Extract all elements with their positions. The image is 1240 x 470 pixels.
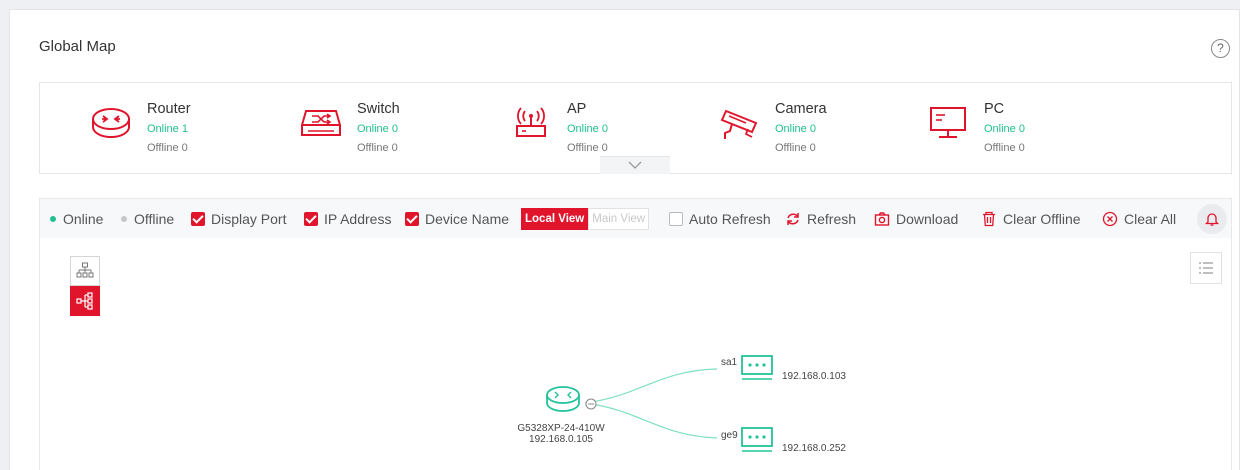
device-offline-count: Offline 0 xyxy=(775,142,816,154)
link-line-ge9 xyxy=(584,402,718,439)
child-node-sa1[interactable]: sa1 192.168.0.103 xyxy=(721,355,846,382)
expand-devices-button[interactable] xyxy=(600,156,670,174)
bell-icon xyxy=(1204,213,1220,226)
auto-refresh-label: Auto Refresh xyxy=(689,211,771,227)
router-icon xyxy=(92,108,130,138)
legend-online-label: Online xyxy=(63,211,104,227)
clear-offline-label: Clear Offline xyxy=(1003,211,1081,227)
clear-all-button[interactable]: Clear All xyxy=(1102,199,1176,239)
offline-dot-icon xyxy=(121,216,127,222)
camera-snapshot-icon xyxy=(874,212,890,226)
display-port-checkbox[interactable]: Display Port xyxy=(191,199,286,239)
link-line-sa1 xyxy=(584,368,718,404)
refresh-label: Refresh xyxy=(807,211,857,227)
legend-offline-label: Offline xyxy=(134,211,175,227)
switch-node-icon xyxy=(546,386,580,412)
ip-address-label: IP Address xyxy=(324,211,392,227)
device-online-count: Online 0 xyxy=(984,123,1025,135)
chevron-down-icon xyxy=(628,161,642,169)
view-toggle: Local View Main View xyxy=(521,199,650,239)
root-node-ip: 192.168.0.105 xyxy=(529,434,593,445)
ap-icon xyxy=(516,107,546,137)
device-name: PC xyxy=(984,101,1005,117)
ip-address-checkbox[interactable]: IP Address xyxy=(304,199,391,239)
clear-offline-button[interactable]: Clear Offline xyxy=(981,199,1081,239)
port-label: sa1 xyxy=(721,357,738,368)
auto-refresh-checkbox[interactable]: Auto Refresh xyxy=(669,199,771,239)
camera-icon xyxy=(720,109,758,139)
switch-icon xyxy=(301,110,341,136)
device-offline-count: Offline 0 xyxy=(357,142,398,154)
help-icon[interactable]: ? xyxy=(1211,39,1230,58)
checkbox-checked-icon xyxy=(191,212,205,226)
device-name: Router xyxy=(147,101,191,117)
clear-all-label: Clear All xyxy=(1124,211,1177,227)
refresh-button[interactable]: Refresh xyxy=(785,199,856,239)
device-online-count: Online 0 xyxy=(567,123,608,135)
root-switch-node[interactable]: G5328XP-24-410W 192.168.0.105 xyxy=(517,386,605,445)
topology-map[interactable]: G5328XP-24-410W 192.168.0.105 sa1 192.16… xyxy=(39,238,1232,470)
display-port-label: Display Port xyxy=(211,211,287,227)
device-online-count: Online 0 xyxy=(357,123,398,135)
legend-online: Online xyxy=(50,199,103,239)
device-online-count: Online 1 xyxy=(147,123,188,135)
device-name-label: Device Name xyxy=(425,211,510,227)
checkbox-unchecked-icon xyxy=(669,212,683,226)
device-name: Switch xyxy=(357,101,400,117)
download-label: Download xyxy=(896,211,959,227)
alarm-button[interactable] xyxy=(1197,204,1227,234)
child-node-ge9[interactable]: ge9 192.168.0.252 xyxy=(721,427,846,454)
download-button[interactable]: Download xyxy=(874,199,958,239)
device-name: AP xyxy=(567,101,587,117)
checkbox-checked-icon xyxy=(304,212,318,226)
global-map-panel: Global Map ? Router Online 1 Offline 0 S… xyxy=(9,9,1240,470)
checkbox-checked-icon xyxy=(405,212,419,226)
device-offline-count: Offline 0 xyxy=(567,142,608,154)
device-offline-count: Offline 0 xyxy=(984,142,1025,154)
map-toolbar: Online Offline Display Port IP Address D… xyxy=(39,198,1232,238)
legend-offline: Offline xyxy=(121,199,174,239)
trash-icon xyxy=(983,211,995,227)
device-offline-count: Offline 0 xyxy=(147,142,188,154)
local-view-button[interactable]: Local View xyxy=(521,208,589,230)
device-name: Camera xyxy=(775,101,827,117)
device-node-icon xyxy=(741,427,773,452)
refresh-icon xyxy=(787,213,799,225)
device-summary-panel: Router Online 1 Offline 0 Switch Online … xyxy=(39,82,1232,174)
device-node-icon xyxy=(741,355,773,380)
port-label: ge9 xyxy=(721,430,738,441)
collapse-node-button[interactable] xyxy=(585,398,597,410)
online-dot-icon xyxy=(50,216,56,222)
device-online-count: Online 0 xyxy=(775,123,816,135)
title-bar: Global Map ? xyxy=(10,10,1239,82)
pc-icon xyxy=(930,107,966,138)
device-name-checkbox[interactable]: Device Name xyxy=(405,199,509,239)
page-title: Global Map xyxy=(39,38,116,55)
device-ip: 192.168.0.252 xyxy=(782,443,846,454)
device-ip: 192.168.0.103 xyxy=(782,371,846,382)
main-view-button[interactable]: Main View xyxy=(588,208,650,230)
root-node-name: G5328XP-24-410W xyxy=(517,423,605,434)
topology-graph: G5328XP-24-410W 192.168.0.105 sa1 192.16… xyxy=(517,355,846,454)
close-circle-icon xyxy=(1102,211,1118,227)
